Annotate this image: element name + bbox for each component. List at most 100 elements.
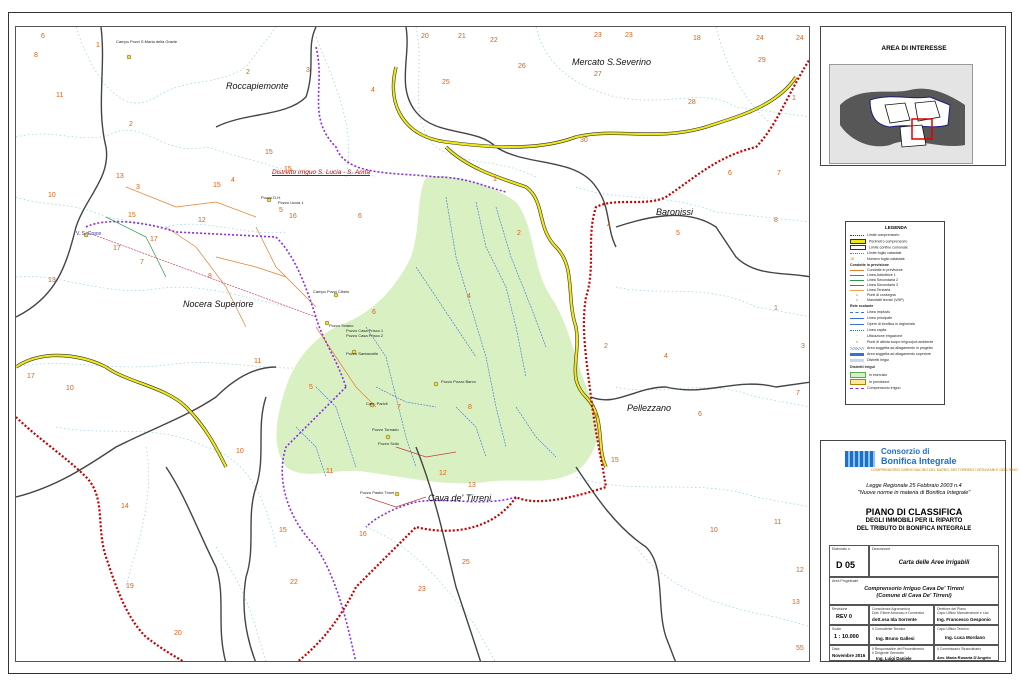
sheet-number: 13 — [468, 482, 476, 489]
sheet-number: 1 — [792, 95, 796, 102]
legend-item: · Ubicazione irrigazione — [856, 334, 903, 338]
sheet-number: 15 — [213, 182, 221, 189]
legend-item: Area soggetta ad allagamento in progetto — [850, 346, 933, 350]
map-svg — [16, 27, 809, 661]
cell-scala: Scala 1 : 10.000 — [829, 625, 869, 645]
legend-item: Linea Adduttrice 1 — [850, 273, 896, 277]
point-label: Pozzo Pastio Tironi — [360, 490, 395, 495]
sheet-number: 11 — [56, 92, 64, 99]
sheet-number: 20 — [174, 630, 182, 637]
sheet-number: 25 — [462, 559, 470, 566]
sheet-number: 6 — [728, 170, 732, 177]
sheet-number: 11 — [254, 358, 262, 365]
town-label: Nocera Superiore — [183, 299, 254, 309]
sheet-number: 13 — [792, 599, 800, 606]
sheet-number: 5 — [309, 384, 313, 391]
sheet-number: 10 — [710, 527, 718, 534]
sheet-number: 3 — [306, 67, 310, 74]
elaborato-code: D 05 — [836, 560, 856, 570]
legend-item: Area soggetta ad allagamento superiore — [850, 352, 931, 356]
overview-title: AREA DI INTERESSE — [881, 45, 947, 52]
sheet-number: 8 — [468, 404, 472, 411]
legend-panel: LEGENDA Limite comprensorio Perimetro co… — [845, 221, 945, 405]
legend-item: Perimetro comprensorio — [850, 239, 907, 244]
sheet-number: 1 — [774, 305, 778, 312]
sheet-number: 2 — [246, 69, 250, 76]
sheet-number: 10 — [236, 448, 244, 455]
sheet-number: 28 — [688, 99, 696, 106]
sheet-number: 17 — [27, 373, 35, 380]
point-label: Pozzo Tornado — [372, 427, 399, 432]
sheet-number: 14 — [121, 503, 129, 510]
town-label: Cava de' Tirreni — [428, 493, 492, 503]
legend-item: 16 Numero foglio catastale — [850, 257, 905, 261]
sheet-number: 13 — [116, 173, 124, 180]
legend-item: ▪ Manufatti tecnici (VNP) — [856, 298, 904, 302]
sheet-number: 23 — [625, 32, 633, 39]
cell-elaborato: Elaborato n. D 05 — [829, 545, 869, 577]
legend-item: Opere di bonifica in argine/ala — [850, 322, 915, 326]
sheet-number: 15 — [128, 212, 136, 219]
cell-revisione: Revisione REV 0 — [829, 605, 869, 625]
subtitle-2: DEL TRIBUTO DI BONIFICA INTEGRALE — [856, 526, 972, 532]
sheet-number: 6 — [698, 411, 702, 418]
cell-data: Data Novembre 2016 — [829, 645, 869, 661]
point-label: Pozzo Scilo — [378, 441, 399, 446]
cell-descrizione: Descrizione Carta delle Aree Irrigabili — [869, 545, 999, 577]
cell-area: Area Progettuale Comprensorio Irriguo Ca… — [829, 577, 999, 605]
sheet-number: 4 — [664, 353, 668, 360]
brand-line1: Consorzio di — [881, 447, 930, 456]
overview-map[interactable] — [829, 64, 973, 164]
sheet-number: 6 — [41, 33, 45, 40]
brand-line2: Bonifica Integrale — [881, 456, 957, 466]
legend-item: In previsione — [850, 379, 889, 385]
sheet-number: 24 — [796, 35, 804, 42]
brand-subline: COMPRENSORIO SARNO BACINO DEL SARNO, DEI… — [871, 468, 1018, 472]
sheet-number: 17 — [113, 245, 121, 252]
sheet-number: 5 — [279, 207, 283, 214]
map-area[interactable]: Roccapiemonte Mercato S.Severino Baronis… — [15, 26, 810, 662]
sheet-number: 27 — [594, 71, 602, 78]
sheet-number: 24 — [756, 35, 764, 42]
sheet-number: 22 — [490, 37, 498, 44]
side-panel: AREA DI INTERESSE LEGENDA Limite compren… — [820, 26, 1018, 662]
sheet-number: 7 — [397, 404, 401, 411]
sheet-number: 55 — [796, 645, 804, 652]
sheet-number: 9 — [594, 413, 598, 420]
sheet-number: 29 — [758, 57, 766, 64]
sheet-number: 15 — [279, 527, 287, 534]
cell-direttore: Direttore del Piano Capo Ufficio Manuten… — [934, 605, 999, 625]
subtitle-1: DEGLI IMMOBILI PER IL RIPARTO — [865, 518, 963, 524]
sheet-number: 23 — [594, 32, 602, 39]
sheet-number: 7 — [796, 390, 800, 397]
sheet-number: 16 — [359, 531, 367, 538]
brand-logo — [845, 451, 875, 467]
sheet-number: 2 — [604, 343, 608, 350]
sheet-number: 16 — [289, 213, 297, 220]
sheet-number: 15 — [284, 166, 292, 173]
legend-item: Linea Secondaria 2 — [850, 278, 898, 282]
sheet-number: 4 — [371, 87, 375, 94]
legend-section: Rete scolante — [850, 304, 874, 308]
sheet-number: 22 — [290, 579, 298, 586]
legend-title: LEGENDA — [884, 225, 907, 230]
sheet-number: 8 — [774, 217, 778, 224]
sheet-number: 4 — [467, 293, 471, 300]
sheet-number: 4 — [607, 222, 611, 229]
sheet-number: 23 — [418, 586, 426, 593]
law-line1: Legge Regionale 25 Febbraio 2003 n.4 — [866, 483, 962, 489]
sheet-number: 15 — [611, 457, 619, 464]
legend-item: Limite comprensorio — [850, 233, 899, 237]
legend-item: Linea principale — [850, 316, 892, 320]
legend-item: Linea Impluvio — [850, 310, 890, 314]
legend-item: Linea capita — [850, 328, 886, 332]
irrigated-area — [276, 176, 599, 484]
sheet-number: 3 — [801, 343, 805, 350]
title-block: Consorzio di Bonifica Integrale COMPRENS… — [820, 440, 1018, 662]
sheet-number: 4 — [231, 177, 235, 184]
point-label: V. S. Croce — [76, 231, 102, 237]
sheet-number: 25 — [442, 79, 450, 86]
point-label: Pozzo Casa Prisco 2 — [346, 333, 384, 338]
sheet-number: 6 — [372, 309, 376, 316]
cell-consulenza: Consulenza Agronomica Dott. Ettore Amoru… — [869, 605, 934, 625]
